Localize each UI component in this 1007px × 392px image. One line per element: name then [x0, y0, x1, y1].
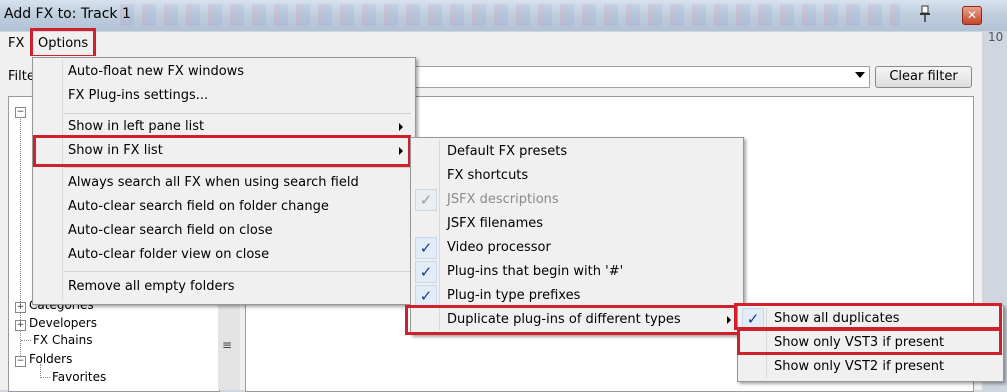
close-button[interactable]: ✕: [962, 6, 982, 25]
filter-combobox[interactable]: [410, 66, 870, 88]
menu-item-auto-clear-folder-view[interactable]: Auto-clear folder view on close: [33, 243, 415, 267]
title-bar: Add FX to: Track 1 ✕: [0, 0, 1007, 31]
menu-item-fx-plugins-settings[interactable]: FX Plug-ins settings...: [33, 84, 415, 108]
menu-item-always-search-all[interactable]: Always search all FX when using search f…: [33, 171, 415, 195]
submenu-item-plugins-begin-hash[interactable]: Plug-ins that begin with '#': [411, 260, 743, 284]
menu-bar: FX Options: [0, 32, 982, 56]
minus-icon[interactable]: −: [15, 356, 26, 367]
submenu-item-jsfx-filenames[interactable]: JSFX filenames: [411, 212, 743, 236]
menu-fx[interactable]: FX: [8, 36, 24, 51]
menu-item-remove-empty-folders[interactable]: Remove all empty folders: [33, 275, 415, 299]
splitter-grip-icon[interactable]: ≡: [222, 338, 232, 352]
tree-item-favorites[interactable]: Favorites: [52, 370, 106, 384]
submenu-item-fx-shortcuts[interactable]: FX shortcuts: [411, 164, 743, 188]
highlight-show-only-vst3: [737, 328, 1002, 355]
highlight-show-in-fx-list: [33, 135, 411, 167]
plus-icon[interactable]: +: [15, 320, 26, 331]
tree-expander-top[interactable]: −: [15, 103, 29, 118]
menu-item-auto-clear-folder-change[interactable]: Auto-clear search field on folder change: [33, 195, 415, 219]
menu-item-auto-float[interactable]: Auto-float new FX windows: [33, 60, 415, 84]
clear-filter-button[interactable]: Clear filter: [875, 66, 972, 88]
dropdown-arrow-icon[interactable]: [855, 72, 865, 78]
highlight-duplicate-plugins: [405, 305, 741, 335]
tree-item-fx-chains[interactable]: FX Chains: [33, 333, 92, 347]
highlight-duplicates-header: [734, 303, 1002, 330]
options-menu: Auto-float new FX windows FX Plug-ins se…: [32, 57, 416, 305]
pin-icon[interactable]: [918, 5, 932, 23]
submenu-item-jsfx-descriptions: JSFX descriptions: [447, 192, 559, 207]
background-text: 10: [988, 30, 1004, 44]
tree-item-folders[interactable]: − Folders: [15, 352, 72, 367]
menu-item-auto-clear-on-close[interactable]: Auto-clear search field on close: [33, 219, 415, 243]
tree-item-developers[interactable]: + Developers: [15, 316, 97, 331]
filter-label: Filte: [8, 69, 35, 84]
window-title: Add FX to: Track 1: [4, 6, 131, 22]
highlight-options: [30, 28, 96, 58]
plus-icon[interactable]: +: [15, 302, 26, 313]
submenu-item-video-processor[interactable]: Video processor: [411, 236, 743, 260]
submenu-arrow-icon: [399, 123, 403, 131]
submenu-item-show-only-vst2[interactable]: Show only VST2 if present: [738, 355, 1003, 379]
background-window-strip: [120, 4, 900, 26]
submenu-item-default-fx-presets[interactable]: Default FX presets: [411, 140, 743, 164]
